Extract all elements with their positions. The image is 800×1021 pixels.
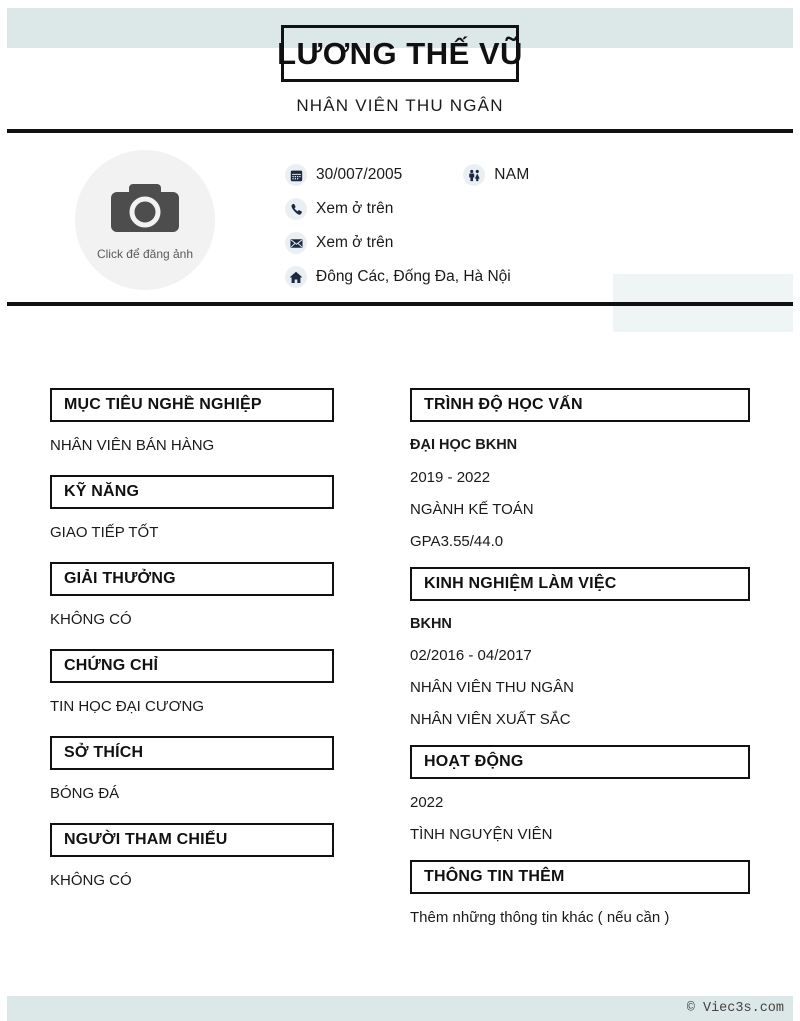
section-entry-line[interactable]: KHÔNG CÓ bbox=[50, 873, 334, 888]
section-header-box[interactable]: CHỨNG CHỈ bbox=[50, 649, 334, 683]
section-title: TRÌNH ĐỘ HỌC VẤN bbox=[424, 396, 583, 413]
section-entry-line[interactable]: 02/2016 - 04/2017 bbox=[410, 648, 750, 663]
candidate-name: LƯƠNG THẾ VŨ bbox=[277, 35, 523, 71]
camera-icon bbox=[109, 180, 181, 243]
section-title: MỤC TIÊU NGHỀ NGHIỆP bbox=[64, 396, 262, 413]
section-header-box[interactable]: KỸ NĂNG bbox=[50, 475, 334, 509]
section-header-box[interactable]: THÔNG TIN THÊM bbox=[410, 860, 750, 894]
section-entry-line[interactable]: GPA3.55/44.0 bbox=[410, 534, 750, 549]
section-header-box[interactable]: MỤC TIÊU NGHỀ NGHIỆP bbox=[50, 388, 334, 422]
section-entry-line[interactable]: NHÂN VIÊN THU NGÂN bbox=[410, 680, 750, 695]
home-icon bbox=[285, 266, 307, 288]
section-body: NHÂN VIÊN BÁN HÀNG bbox=[50, 438, 334, 453]
birthday-value: 30/007/2005 bbox=[316, 166, 403, 183]
section-entry-line[interactable]: BKHN bbox=[410, 616, 750, 632]
section-header-box[interactable]: SỞ THÍCH bbox=[50, 736, 334, 770]
photo-upload-caption: Click để đăng ảnh bbox=[96, 246, 194, 261]
section-title: SỞ THÍCH bbox=[64, 744, 144, 761]
address-value: Đông Các, Đống Đa, Hà Nội bbox=[316, 268, 511, 285]
section-body: 2022 TÌNH NGUYỆN VIÊN bbox=[410, 795, 750, 842]
section-title: GIẢI THƯỞNG bbox=[64, 570, 176, 587]
contact-gender[interactable]: NAM bbox=[463, 164, 529, 186]
contact-row-address: Đông Các, Đống Đa, Hà Nội bbox=[285, 260, 745, 294]
section-body: TIN HỌC ĐẠI CƯƠNG bbox=[50, 699, 334, 714]
header-divider bbox=[7, 129, 793, 133]
section-entry-line[interactable]: BÓNG ĐÁ bbox=[50, 786, 334, 801]
section-body: BKHN 02/2016 - 04/2017 NHÂN VIÊN THU NGÂN N… bbox=[410, 616, 750, 727]
contact-divider bbox=[7, 302, 793, 306]
photo-upload-placeholder[interactable]: Click để đăng ảnh bbox=[75, 150, 215, 290]
contact-email[interactable]: Xem ở trên bbox=[285, 232, 393, 254]
footer-copyright: © Viec3s.com bbox=[686, 1001, 784, 1016]
contact-birthday[interactable]: 30/007/2005 bbox=[285, 164, 402, 186]
section-title: NGƯỜI THAM CHIẾU bbox=[64, 831, 228, 848]
calendar-icon bbox=[285, 164, 307, 186]
contact-row-email: Xem ở trên bbox=[285, 226, 745, 260]
section-body: BÓNG ĐÁ bbox=[50, 786, 334, 801]
bottom-decorative-band bbox=[7, 996, 793, 1021]
section-entry-line[interactable]: NHÂN VIÊN BÁN HÀNG bbox=[50, 438, 334, 453]
gender-value: NAM bbox=[494, 166, 530, 183]
left-column: MỤC TIÊU NGHỀ NGHIỆP NHÂN VIÊN BÁN HÀNG KỸ… bbox=[50, 388, 334, 910]
contact-phone[interactable]: Xem ở trên bbox=[285, 198, 393, 220]
section-header-box[interactable]: GIẢI THƯỞNG bbox=[50, 562, 334, 596]
phone-icon bbox=[285, 198, 307, 220]
section-title: KỸ NĂNG bbox=[64, 483, 140, 500]
section-entry-line[interactable]: ĐẠI HỌC BKHN bbox=[410, 438, 750, 453]
section-entry-line[interactable]: 2019 - 2022 bbox=[410, 470, 750, 485]
section-header-box[interactable]: KINH NGHIỆM LÀM VIỆC bbox=[410, 566, 750, 601]
section-body: KHÔNG CÓ bbox=[50, 873, 334, 888]
section-entry-line[interactable]: GIAO TIẾP TỐT bbox=[50, 525, 334, 540]
section-body: GIAO TIẾP TỐT bbox=[50, 525, 334, 540]
section-body: KHÔNG CÓ bbox=[50, 612, 334, 627]
section-title: THÔNG TIN THÊM bbox=[424, 868, 565, 885]
email-value: Xem ở trên bbox=[316, 234, 394, 251]
section-entry-line[interactable]: TÌNH NGUYỆN VIÊN bbox=[410, 827, 750, 842]
section-body: ĐẠI HỌC BKHN 2019 - 2022 NGÀNH KẾ TOÁN GPA3… bbox=[410, 438, 750, 549]
section-header-box[interactable]: HOẠT ĐỘNG bbox=[410, 745, 750, 779]
section-entry-line[interactable]: NHÂN VIÊN XUẤT SẮC bbox=[410, 712, 750, 727]
section-entry-line[interactable]: 2022 bbox=[410, 795, 750, 810]
section-body: Thêm những thông tin khác ( nếu cần ) bbox=[410, 910, 750, 925]
section-title: KINH NGHIỆM LÀM VIỆC bbox=[424, 574, 617, 592]
section-entry-line[interactable]: Thêm những thông tin khác ( nếu cần ) bbox=[410, 910, 750, 925]
phone-value: Xem ở trên bbox=[316, 200, 394, 217]
right-column: TRÌNH ĐỘ HỌC VẤN ĐẠI HỌC BKHN 2019 - 2022 N… bbox=[410, 388, 750, 943]
mail-icon bbox=[285, 232, 307, 254]
candidate-name-box[interactable]: LƯƠNG THẾ VŨ bbox=[277, 25, 522, 82]
section-title: HOẠT ĐỘNG bbox=[424, 753, 524, 770]
candidate-job-title[interactable]: NHÂN VIÊN THU NGÂN bbox=[0, 96, 800, 116]
section-entry-line[interactable]: NGÀNH KẾ TOÁN bbox=[410, 502, 750, 517]
contact-information: 30/007/2005 NAM Xem ở trên Xem ở trên Đô… bbox=[285, 158, 745, 294]
section-header-box[interactable]: TRÌNH ĐỘ HỌC VẤN bbox=[410, 388, 750, 422]
contact-address[interactable]: Đông Các, Đống Đa, Hà Nội bbox=[285, 266, 511, 288]
gender-icon bbox=[463, 164, 486, 186]
section-entry-line[interactable]: KHÔNG CÓ bbox=[50, 612, 334, 627]
section-entry-line[interactable]: TIN HỌC ĐẠI CƯƠNG bbox=[50, 699, 334, 714]
contact-row-phone: Xem ở trên bbox=[285, 192, 745, 226]
section-title: CHỨNG CHỈ bbox=[64, 657, 159, 674]
contact-row-birthday-gender: 30/007/2005 NAM bbox=[285, 158, 745, 192]
section-header-box[interactable]: NGƯỜI THAM CHIẾU bbox=[50, 823, 334, 857]
